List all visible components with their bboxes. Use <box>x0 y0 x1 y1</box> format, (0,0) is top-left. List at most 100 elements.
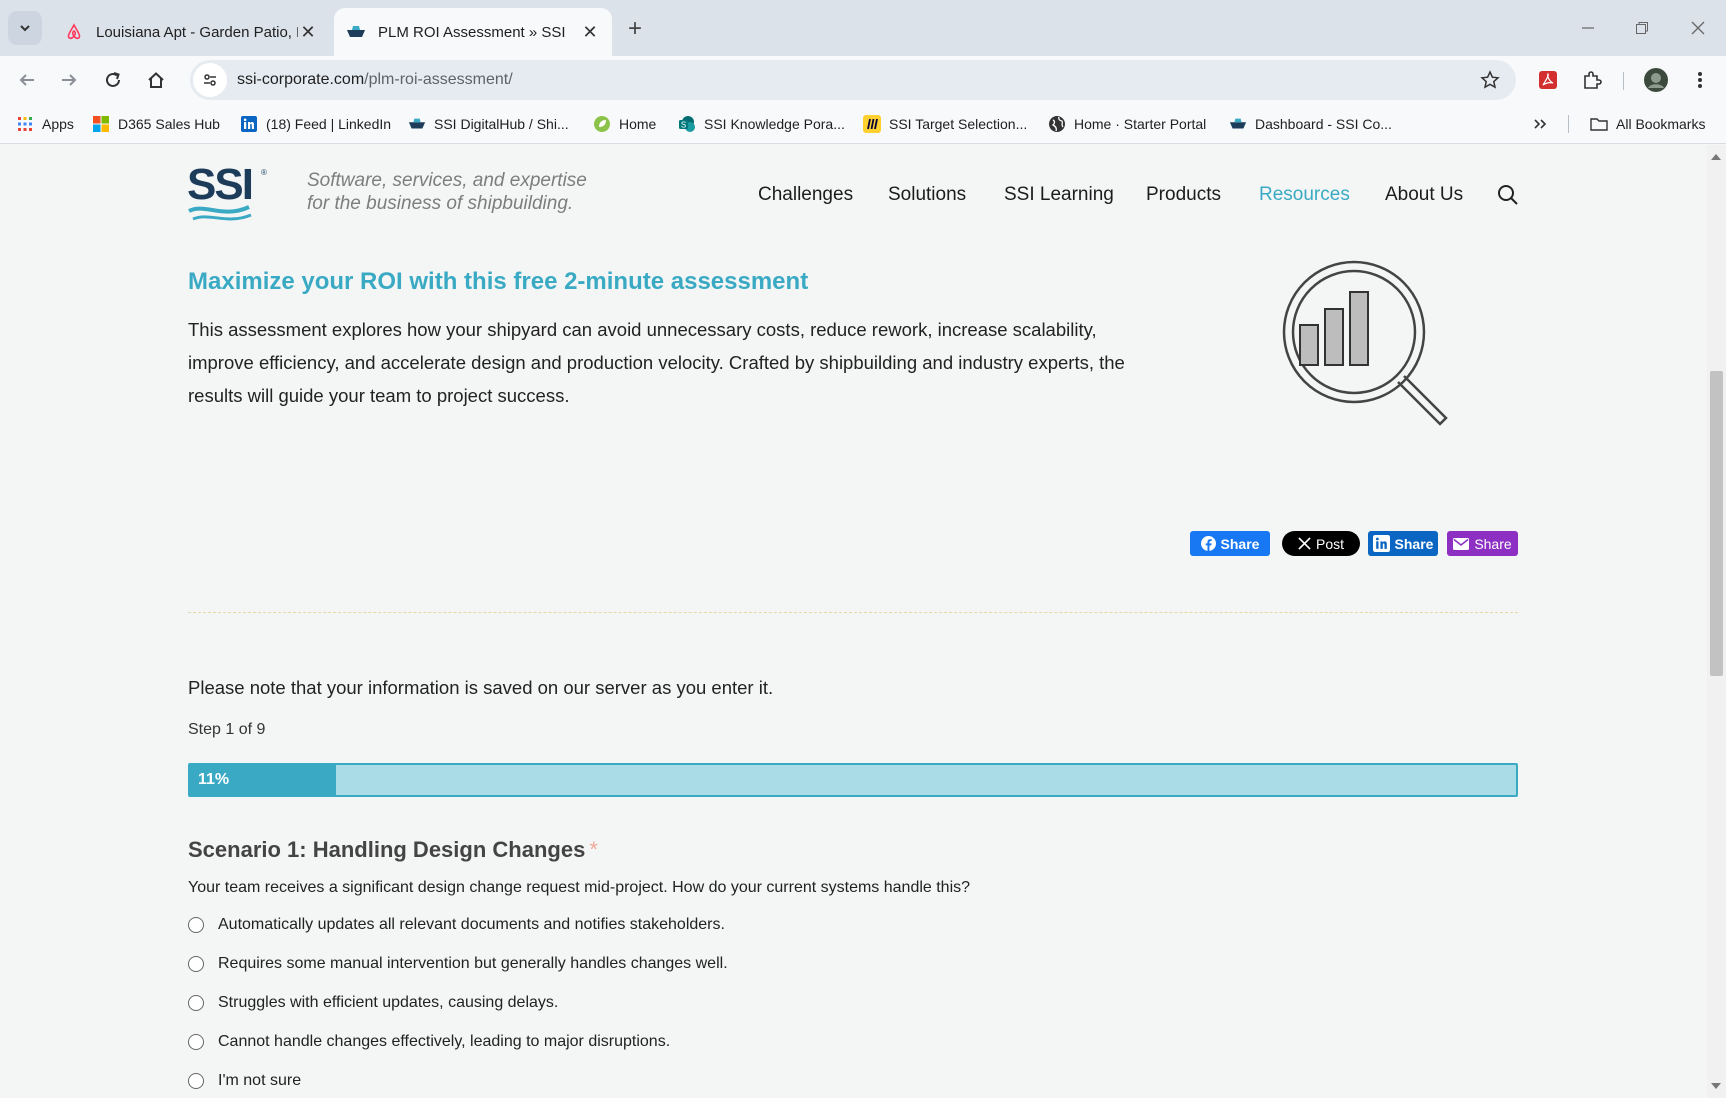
globe-icon <box>1048 115 1066 133</box>
url-text: ssi-corporate.com/plm-roi-assessment/ <box>237 71 513 88</box>
x-post-button[interactable]: Post <box>1282 531 1360 556</box>
tab-title: PLM ROI Assessment » SSI <box>378 23 566 41</box>
bookmark-ssi-digitalhub[interactable]: SSI DigitalHub / Shi... <box>408 112 569 136</box>
facebook-share-button[interactable]: Share <box>1190 531 1270 556</box>
ssi-ship-icon <box>1229 115 1247 133</box>
close-icon <box>1691 21 1705 35</box>
new-tab-button[interactable]: + <box>620 14 650 44</box>
bookmark-linkedin[interactable]: (18) Feed | LinkedIn <box>240 112 391 136</box>
double-chevron-right-icon <box>1534 119 1547 129</box>
bookmark-apps[interactable]: Apps <box>16 112 74 136</box>
profile-avatar-icon[interactable] <box>1640 64 1672 96</box>
microsoft-icon <box>92 115 110 133</box>
arrow-left-icon <box>19 74 34 86</box>
required-asterisk: * <box>589 837 598 862</box>
magnifier-chart-icon <box>1262 257 1452 437</box>
bookmark-home[interactable]: Home <box>593 112 656 136</box>
more-bookmarks-button[interactable] <box>1532 112 1548 136</box>
facebook-icon <box>1200 536 1216 551</box>
bookmark-ssi-knowledge[interactable]: S SSI Knowledge Pora... <box>678 112 845 136</box>
hero-description: This assessment explores how your shipya… <box>188 319 1125 406</box>
page-scrollbar[interactable] <box>1707 145 1726 1098</box>
nav-solutions[interactable]: Solutions <box>888 184 966 206</box>
browser-menu-icon[interactable] <box>1684 64 1716 96</box>
bookmark-starter-portal[interactable]: Home · Starter Portal <box>1048 112 1206 136</box>
linkedin-share-button[interactable]: Share <box>1368 531 1438 556</box>
ssi-ship-icon <box>408 115 426 133</box>
radio-button[interactable] <box>188 1073 204 1089</box>
nav-about-us[interactable]: About Us <box>1385 184 1463 206</box>
nav-products[interactable]: Products <box>1146 184 1221 206</box>
apps-grid-icon <box>16 115 34 133</box>
linkedin-icon <box>1372 535 1390 552</box>
scroll-up-arrow[interactable] <box>1711 154 1721 160</box>
save-notice: Please note that your information is sav… <box>188 677 774 698</box>
extensions-puzzle-icon[interactable] <box>1576 64 1608 96</box>
site-search-button[interactable] <box>1496 183 1520 207</box>
nav-resources[interactable]: Resources <box>1259 184 1350 206</box>
svg-text:®: ® <box>261 168 267 177</box>
radio-button[interactable] <box>188 1034 204 1050</box>
minimize-icon <box>1582 27 1594 29</box>
hero-title: Maximize your ROI with this free 2-minut… <box>188 268 809 295</box>
radio-button[interactable] <box>188 956 204 972</box>
home-button[interactable] <box>140 64 172 96</box>
forward-button[interactable] <box>53 64 85 96</box>
back-button[interactable] <box>11 64 43 96</box>
question-title: Scenario 1: Handling Design Changes * <box>188 837 598 862</box>
minimize-button[interactable] <box>1568 10 1608 46</box>
nav-challenges[interactable]: Challenges <box>758 184 853 206</box>
option-not-sure[interactable]: I'm not sure <box>188 1070 301 1092</box>
nav-ssi-learning[interactable]: SSI Learning <box>1004 184 1114 206</box>
scrollbar-thumb[interactable] <box>1710 371 1723 676</box>
address-bar[interactable]: ssi-corporate.com/plm-roi-assessment/ <box>190 60 1516 100</box>
bookmark-dashboard[interactable]: Dashboard - SSI Co... <box>1229 112 1392 136</box>
reload-button[interactable] <box>97 64 129 96</box>
step-indicator: Step 1 of 9 <box>188 721 266 738</box>
tab-search-button[interactable] <box>8 11 42 45</box>
bookmark-star-icon[interactable] <box>1472 62 1508 98</box>
radio-button[interactable] <box>188 917 204 933</box>
pdf-extension-icon[interactable] <box>1532 64 1564 96</box>
sharepoint-icon: S <box>678 115 696 133</box>
leaf-icon <box>593 115 611 133</box>
close-window-button[interactable] <box>1678 10 1718 46</box>
chevron-down-icon <box>20 25 30 32</box>
search-icon <box>1498 185 1518 205</box>
svg-text:S: S <box>681 121 686 130</box>
scroll-down-arrow[interactable] <box>1711 1083 1721 1089</box>
progress-bar: 11% <box>188 763 1518 797</box>
x-logo-icon <box>1298 537 1311 550</box>
bookmark-d365[interactable]: D365 Sales Hub <box>92 112 220 136</box>
reload-icon <box>106 72 120 87</box>
option-auto-updates[interactable]: Automatically updates all relevant docum… <box>188 914 725 936</box>
miro-icon <box>863 115 881 133</box>
tab-louisiana-apt[interactable]: Louisiana Apt - Garden Patio, N ✕ <box>52 8 330 56</box>
airbnb-icon <box>64 22 84 42</box>
svg-text:SSI: SSI <box>187 163 252 209</box>
question-text: Your team receives a significant design … <box>188 879 971 896</box>
email-share-button[interactable]: Share <box>1447 531 1518 556</box>
option-struggles[interactable]: Struggles with efficient updates, causin… <box>188 992 558 1014</box>
ssi-ship-icon <box>346 22 366 42</box>
radio-button[interactable] <box>188 995 204 1011</box>
folder-icon <box>1590 115 1608 133</box>
site-settings-icon[interactable] <box>193 63 227 97</box>
tab-plm-roi[interactable]: PLM ROI Assessment » SSI ✕ <box>334 8 612 56</box>
arrow-right-icon <box>62 74 77 86</box>
tab-strip: Louisiana Apt - Garden Patio, N ✕ PLM RO… <box>0 0 1726 56</box>
option-cannot-handle[interactable]: Cannot handle changes effectively, leadi… <box>188 1031 670 1053</box>
all-bookmarks-button[interactable]: All Bookmarks <box>1590 112 1705 136</box>
restore-button[interactable] <box>1622 10 1662 46</box>
envelope-icon <box>1453 537 1470 550</box>
bookmarks-bar: Apps D365 Sales Hub (18) Feed | LinkedIn… <box>0 104 1726 144</box>
option-manual-intervention[interactable]: Requires some manual intervention but ge… <box>188 953 728 975</box>
browser-toolbar: ssi-corporate.com/plm-roi-assessment/ <box>0 56 1726 104</box>
tab-title: Louisiana Apt - Garden Patio, N <box>96 23 298 41</box>
close-tab-icon[interactable]: ✕ <box>298 22 318 42</box>
restore-icon <box>1636 22 1648 34</box>
close-tab-icon[interactable]: ✕ <box>580 22 600 42</box>
bookmark-ssi-target[interactable]: SSI Target Selection... <box>863 112 1027 136</box>
site-tagline: Software, services, and expertise for th… <box>307 170 587 214</box>
ssi-logo[interactable]: SSI ® <box>187 160 271 225</box>
